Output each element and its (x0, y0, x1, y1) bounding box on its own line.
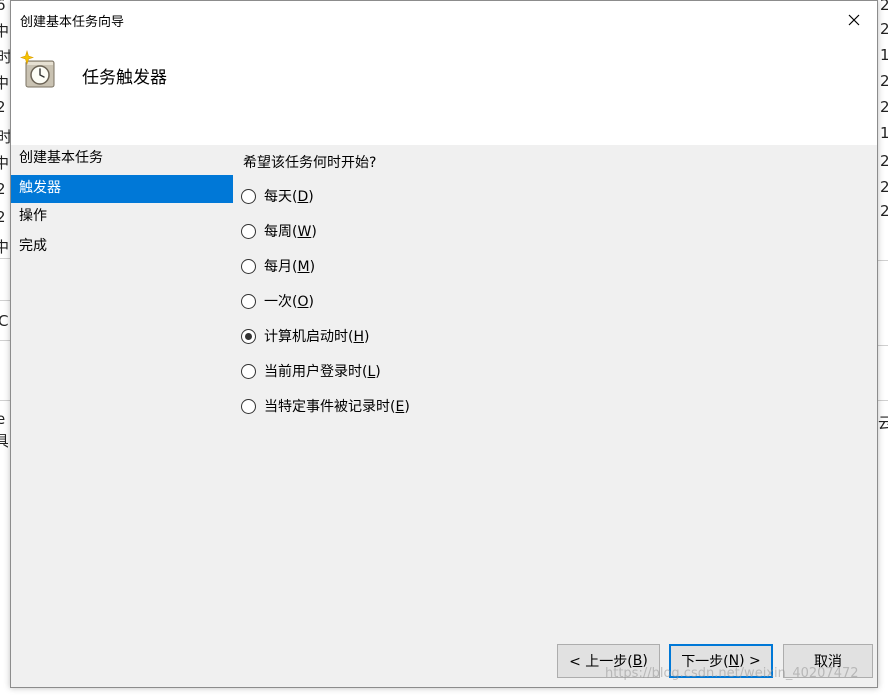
label-suffix: ) (404, 399, 410, 415)
background-divider (0, 258, 10, 259)
create-basic-task-wizard: 创建基本任务向导 任务触发器 创建基本任务 触发器 操作 完成 希望该任务何时开… (10, 0, 878, 688)
radio-daily[interactable]: 每天(D) (241, 185, 314, 207)
radio-button[interactable] (241, 293, 256, 309)
label-text: 当特定事件被记录时( (264, 399, 396, 415)
label-text: 每天( (264, 189, 298, 205)
watermark-text: https://blog.csdn.net/weixin_40207472 (605, 666, 859, 681)
close-icon (848, 14, 860, 26)
background-divider (0, 340, 10, 341)
label-suffix: ) (308, 189, 314, 205)
title-bar[interactable]: 创建基本任务向导 (11, 1, 877, 39)
background-text: 2 (880, 20, 888, 38)
access-key: D (297, 189, 309, 205)
background-text: 1 (880, 46, 888, 64)
radio-button[interactable] (241, 258, 256, 274)
label-suffix: ) (375, 364, 381, 380)
radio-event-logged[interactable]: 当特定事件被记录时(E) (241, 395, 410, 417)
label-suffix: ) (364, 329, 370, 345)
access-key: M (297, 259, 310, 275)
step-label: 操作 (19, 208, 47, 224)
radio-button[interactable] (241, 188, 256, 204)
background-text: 2 (880, 72, 888, 90)
background-text: 中 (0, 74, 8, 92)
background-text: 2 (880, 98, 888, 116)
radio-button[interactable] (241, 398, 256, 414)
label-suffix: ) (309, 259, 316, 275)
background-divider (0, 300, 10, 301)
radio-computer-startup[interactable]: 计算机启动时(H) (241, 325, 369, 347)
radio-button[interactable] (241, 363, 256, 379)
background-divider (0, 400, 10, 401)
step-finish[interactable]: 完成 (11, 233, 233, 261)
background-text: 中 (0, 238, 8, 256)
background-text: 6 (0, 0, 6, 14)
background-text: 2 (0, 98, 6, 116)
background-text: 2 (0, 180, 6, 198)
wizard-header: 任务触发器 (11, 39, 877, 145)
radio-label: 当特定事件被记录时(E) (264, 396, 410, 416)
page-title: 任务触发器 (82, 68, 167, 88)
window-title: 创建基本任务向导 (20, 15, 125, 30)
background-text: 2 (0, 208, 6, 226)
access-key: W (297, 224, 312, 240)
label-text: 每周( (264, 224, 298, 240)
background-text: 2 (880, 152, 888, 170)
background-text: e (0, 410, 6, 428)
background-divider (878, 400, 888, 401)
background-text: 2 (880, 178, 888, 196)
radio-once[interactable]: 一次(O) (241, 290, 314, 312)
step-trigger[interactable]: 触发器 (11, 175, 233, 203)
radio-label: 当前用户登录时(L) (264, 361, 381, 381)
label-text: 一次( (264, 294, 298, 310)
step-label: 触发器 (19, 180, 61, 196)
access-key: O (297, 294, 309, 310)
radio-label: 每月(M) (264, 256, 315, 276)
step-label: 完成 (19, 238, 47, 254)
label-text: 当前用户登录时( (264, 364, 368, 380)
trigger-question: 希望该任务何时开始? (243, 155, 377, 171)
clock-icon (20, 49, 55, 88)
background-text: 云 (878, 414, 888, 432)
label-text: 计算机启动时( (264, 329, 354, 345)
label-suffix: ) (308, 294, 314, 310)
step-label: 创建基本任务 (19, 150, 103, 166)
radio-weekly[interactable]: 每周(W) (241, 220, 317, 242)
close-button[interactable] (831, 1, 877, 39)
background-text: 中 (0, 22, 8, 40)
radio-label: 一次(O) (264, 291, 314, 311)
radio-monthly[interactable]: 每月(M) (241, 255, 315, 277)
radio-button[interactable] (241, 223, 256, 239)
background-text: 2 (880, 0, 888, 14)
step-create-basic-task[interactable]: 创建基本任务 (11, 145, 233, 173)
access-key: E (395, 399, 405, 415)
label-suffix: ) (311, 224, 317, 240)
radio-user-logon[interactable]: 当前用户登录时(L) (241, 360, 381, 382)
label-text: 每月( (264, 259, 298, 275)
background-text: 2 (880, 202, 888, 220)
radio-label: 每周(W) (264, 221, 317, 241)
background-text: 中 (0, 154, 8, 172)
background-divider (878, 260, 888, 261)
radio-label: 计算机启动时(H) (264, 326, 369, 346)
radio-button-selected[interactable] (241, 328, 256, 344)
radio-label: 每天(D) (264, 186, 314, 206)
background-text: 具 (0, 432, 8, 450)
step-action[interactable]: 操作 (11, 203, 233, 231)
background-divider (878, 345, 888, 346)
background-window-left: 6 中 时 中 2 时 中 2 2 中 C e 具 (0, 0, 11, 695)
background-window-right: 2 2 1 2 2 1 2 2 2 云 (878, 0, 888, 695)
access-key: H (353, 329, 364, 345)
background-text: 1 (880, 124, 888, 142)
